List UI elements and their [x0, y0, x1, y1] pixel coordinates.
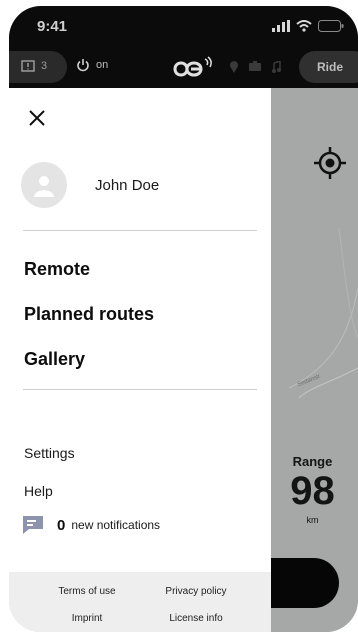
- location-pin-icon[interactable]: [229, 61, 239, 73]
- notification-label: new notifications: [71, 518, 161, 532]
- notifications-row[interactable]: 0 new notifications: [23, 516, 160, 534]
- range-value: 98: [290, 469, 335, 513]
- music-icon[interactable]: [271, 61, 281, 73]
- divider: [23, 389, 257, 390]
- drawer-footer: Terms of use Privacy policy Imprint Lice…: [9, 572, 271, 632]
- license-link[interactable]: License info: [146, 613, 246, 624]
- notification-count: 0: [57, 516, 66, 534]
- message-icon: [21, 60, 35, 72]
- messages-pill[interactable]: 3: [9, 51, 67, 83]
- phone-screen: 9:41 3 on Ride Sedanstr Range 98 km John…: [0, 0, 358, 632]
- side-drawer: John Doe Remote Planned routes Gallery S…: [9, 88, 271, 632]
- ride-button[interactable]: Ride: [299, 51, 358, 83]
- imprint-link[interactable]: Imprint: [37, 613, 137, 624]
- nav-remote[interactable]: Remote: [24, 259, 90, 280]
- battery-icon: [318, 20, 344, 32]
- divider: [23, 230, 257, 231]
- brand-logo: [173, 56, 212, 77]
- app-screen: 9:41 3 on Ride Sedanstr Range 98 km John…: [9, 6, 358, 632]
- nav-gallery[interactable]: Gallery: [24, 349, 85, 370]
- app-header: 3 on Ride: [9, 46, 358, 88]
- terms-link[interactable]: Terms of use: [37, 586, 137, 597]
- profile-row[interactable]: John Doe: [21, 162, 159, 208]
- chat-icon: [23, 516, 43, 534]
- menu-settings[interactable]: Settings: [24, 445, 75, 461]
- messages-count: 3: [41, 60, 48, 72]
- camera-icon[interactable]: [249, 61, 261, 71]
- avatar[interactable]: [21, 162, 67, 208]
- user-icon: [34, 176, 54, 197]
- header-quick-icons: [229, 61, 281, 73]
- wifi-icon: [296, 20, 312, 32]
- power-label: on: [96, 59, 109, 71]
- signal-icon: [272, 20, 290, 32]
- crosshair-icon[interactable]: [313, 146, 347, 180]
- power-toggle[interactable]: on: [76, 58, 108, 72]
- status-bar: 9:41: [9, 6, 358, 46]
- range-widget: Range 98 km: [267, 454, 358, 525]
- power-icon: [77, 59, 89, 72]
- nav-planned-routes[interactable]: Planned routes: [24, 304, 154, 325]
- range-unit: km: [306, 515, 319, 525]
- privacy-link[interactable]: Privacy policy: [146, 586, 246, 597]
- menu-help[interactable]: Help: [24, 483, 53, 499]
- close-icon[interactable]: [27, 108, 47, 128]
- status-icons: [272, 20, 344, 32]
- status-time: 9:41: [37, 18, 68, 35]
- profile-name: John Doe: [95, 176, 160, 194]
- range-label: Range: [292, 454, 333, 469]
